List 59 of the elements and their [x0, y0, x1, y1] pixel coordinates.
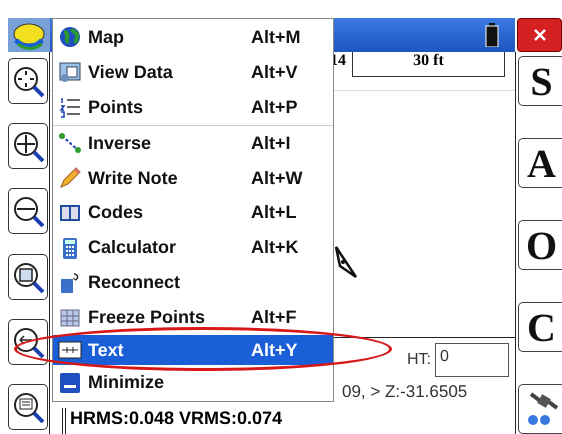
- menu-item[interactable]: Write Note Alt+W: [53, 160, 333, 196]
- shortcut-text: Alt+M: [251, 26, 302, 48]
- menu-item-label: Minimize: [88, 372, 166, 394]
- menu-item[interactable]: Points Alt+P: [53, 90, 333, 126]
- dots-line-icon: [58, 131, 82, 156]
- shortcut-text: Alt+V: [251, 62, 299, 83]
- zoom-in-icon: [11, 129, 45, 164]
- menu-item[interactable]: View Data Alt+V: [53, 54, 333, 90]
- zoom-extents-icon: [11, 64, 45, 98]
- menu-item-label: Map: [88, 26, 125, 48]
- menu-item-label: Reconnect: [88, 272, 182, 294]
- shortcut-text: Alt+L: [251, 202, 298, 224]
- zoom-button[interactable]: [8, 58, 48, 104]
- letter-button[interactable]: O: [518, 220, 562, 270]
- shortcut-text: Alt+Y: [251, 340, 299, 361]
- minimize-icon: [58, 370, 82, 395]
- window-icon: [58, 60, 82, 84]
- menu-item-label: Freeze Points: [88, 307, 206, 328]
- pencil-icon: [58, 166, 82, 190]
- menu-item[interactable]: Map Alt+M: [53, 20, 333, 55]
- shortcut-text: Alt+F: [251, 307, 298, 328]
- ht-field[interactable]: 0: [435, 343, 509, 377]
- menu-item[interactable]: Calculator Alt+K: [53, 230, 333, 266]
- menu-item-label: Text: [88, 340, 125, 361]
- zoom-out-icon: [11, 194, 45, 228]
- menu-item[interactable]: Reconnect: [53, 265, 333, 300]
- zoom-button[interactable]: [8, 384, 48, 430]
- zoom-button[interactable]: [8, 318, 48, 365]
- zoom-button[interactable]: [8, 123, 48, 170]
- close-icon: [532, 28, 546, 42]
- coordinates-text: 09, > Z:-31.6505: [342, 382, 468, 401]
- menu-item[interactable]: Codes Alt+L: [53, 196, 333, 230]
- menu-item-label: Write Note: [88, 168, 179, 189]
- zoom-button[interactable]: [8, 254, 48, 300]
- menu-item-label: Inverse: [88, 132, 152, 154]
- app-logo-button[interactable]: [8, 18, 50, 52]
- letter-button[interactable]: A: [518, 138, 562, 188]
- scale-label: 30 ft: [413, 52, 444, 70]
- shortcut-text: Alt+K: [251, 237, 300, 258]
- menu-item[interactable]: Freeze Points Alt+F: [53, 300, 333, 336]
- close-button[interactable]: [517, 18, 562, 52]
- menu-item-label: Points: [88, 96, 144, 118]
- menu-item[interactable]: Minimize: [53, 365, 333, 400]
- satellite-button[interactable]: [518, 384, 562, 434]
- menu-item[interactable]: Text Alt+Y: [53, 335, 333, 366]
- shortcut-text: Alt+I: [251, 132, 292, 154]
- shortcut-text: Alt+W: [251, 168, 304, 189]
- ht-label: HT:: [407, 351, 431, 369]
- menu-item-label: View Data: [88, 62, 174, 83]
- shortcut-text: Alt+P: [251, 96, 299, 118]
- numbered-list-icon: [58, 95, 82, 120]
- letter-button[interactable]: C: [518, 302, 562, 352]
- menu-item[interactable]: Inverse Alt+I: [53, 126, 333, 161]
- battery-icon: [485, 23, 499, 47]
- letter-button[interactable]: S: [518, 56, 562, 106]
- zoom-button[interactable]: [8, 188, 48, 234]
- globe-icon: [58, 25, 82, 50]
- menu-item-label: Codes: [88, 202, 144, 224]
- menu-item-label: Calculator: [88, 237, 178, 258]
